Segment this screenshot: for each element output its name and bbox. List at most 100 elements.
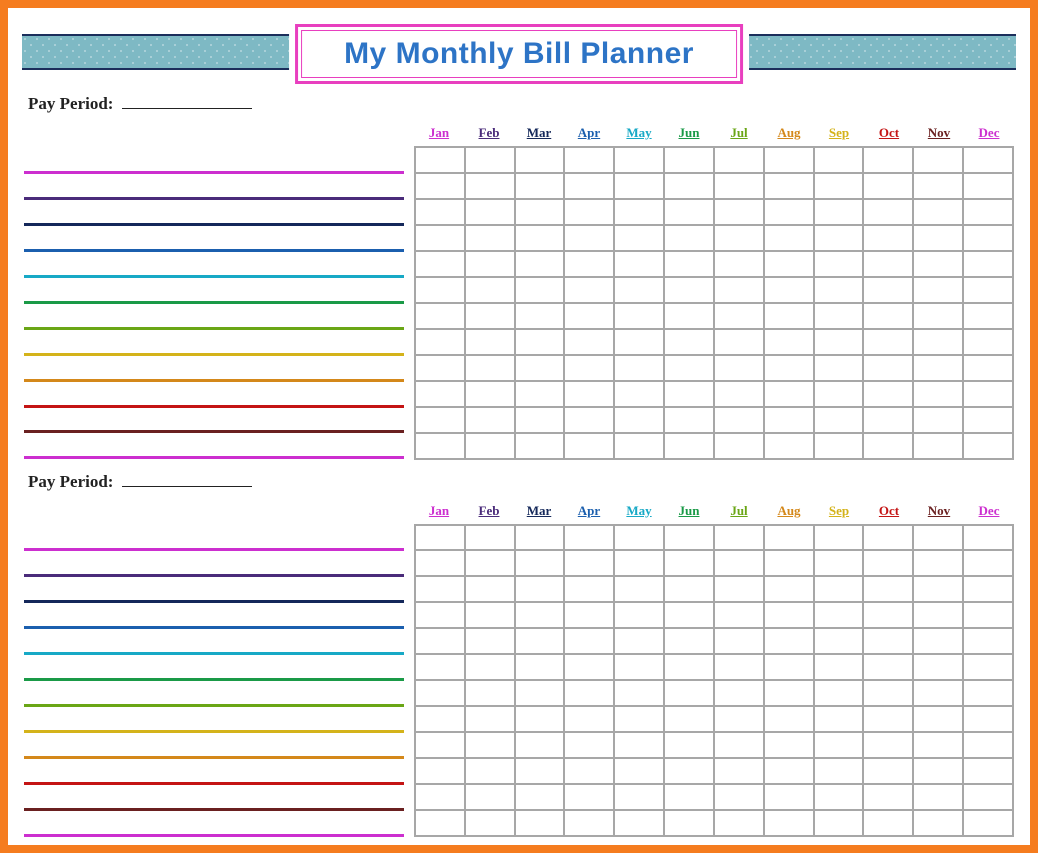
grid-cell[interactable] [516,655,566,681]
grid-cell[interactable] [615,356,665,382]
grid-cell[interactable] [416,200,466,226]
grid-cell[interactable] [565,629,615,655]
grid-cell[interactable] [964,707,1014,733]
grid-cell[interactable] [615,226,665,252]
grid-cell[interactable] [615,278,665,304]
grid-cell[interactable] [615,200,665,226]
grid-cell[interactable] [964,759,1014,785]
grid-cell[interactable] [565,200,615,226]
grid-cell[interactable] [815,603,865,629]
grid-cell[interactable] [565,174,615,200]
grid-cell[interactable] [914,526,964,552]
grid-cell[interactable] [864,382,914,408]
grid-cell[interactable] [516,785,566,811]
grid-cell[interactable] [565,707,615,733]
bill-entry-line[interactable] [24,433,404,459]
grid-cell[interactable] [964,577,1014,603]
bill-entry-line[interactable] [24,655,404,681]
bill-entry-line[interactable] [24,707,404,733]
grid-cell[interactable] [466,681,516,707]
grid-cell[interactable] [964,148,1014,174]
grid-cell[interactable] [516,707,566,733]
grid-cell[interactable] [416,330,466,356]
grid-cell[interactable] [914,382,964,408]
grid-cell[interactable] [416,174,466,200]
grid-cell[interactable] [516,356,566,382]
grid-cell[interactable] [815,252,865,278]
grid-cell[interactable] [615,434,665,460]
grid-cell[interactable] [565,811,615,837]
grid-cell[interactable] [815,733,865,759]
grid-cell[interactable] [914,759,964,785]
grid-cell[interactable] [466,200,516,226]
grid-cell[interactable] [565,759,615,785]
grid-cell[interactable] [466,759,516,785]
grid-cell[interactable] [864,148,914,174]
grid-cell[interactable] [466,707,516,733]
grid-cell[interactable] [466,811,516,837]
grid-cell[interactable] [765,200,815,226]
grid-cell[interactable] [765,408,815,434]
bill-entry-line[interactable] [24,148,404,174]
grid-cell[interactable] [815,551,865,577]
grid-cell[interactable] [466,304,516,330]
grid-cell[interactable] [765,655,815,681]
grid-cell[interactable] [665,629,715,655]
grid-cell[interactable] [964,629,1014,655]
grid-cell[interactable] [864,733,914,759]
grid-cell[interactable] [466,148,516,174]
grid-cell[interactable] [964,434,1014,460]
grid-cell[interactable] [615,733,665,759]
grid-cell[interactable] [715,526,765,552]
grid-cell[interactable] [715,733,765,759]
grid-cell[interactable] [964,733,1014,759]
grid-cell[interactable] [516,252,566,278]
grid-cell[interactable] [466,551,516,577]
grid-cell[interactable] [615,408,665,434]
bill-entry-line[interactable] [24,382,404,408]
grid-cell[interactable] [416,785,466,811]
grid-cell[interactable] [715,655,765,681]
grid-cell[interactable] [864,603,914,629]
grid-cell[interactable] [665,356,715,382]
bill-entry-line[interactable] [24,811,404,837]
grid-cell[interactable] [964,278,1014,304]
grid-cell[interactable] [416,304,466,330]
grid-cell[interactable] [715,252,765,278]
grid-cell[interactable] [864,174,914,200]
grid-cell[interactable] [466,577,516,603]
grid-cell[interactable] [665,681,715,707]
grid-cell[interactable] [665,526,715,552]
grid-cell[interactable] [765,551,815,577]
grid-cell[interactable] [715,304,765,330]
grid-cell[interactable] [815,174,865,200]
grid-cell[interactable] [715,551,765,577]
grid-cell[interactable] [914,408,964,434]
grid-cell[interactable] [765,252,815,278]
grid-cell[interactable] [964,811,1014,837]
grid-cell[interactable] [964,655,1014,681]
grid-cell[interactable] [615,148,665,174]
grid-cell[interactable] [516,304,566,330]
grid-cell[interactable] [864,330,914,356]
grid-cell[interactable] [715,629,765,655]
grid-cell[interactable] [665,759,715,785]
grid-cell[interactable] [615,759,665,785]
grid-cell[interactable] [864,577,914,603]
grid-cell[interactable] [964,785,1014,811]
grid-cell[interactable] [715,356,765,382]
grid-cell[interactable] [615,304,665,330]
grid-cell[interactable] [864,408,914,434]
grid-cell[interactable] [815,629,865,655]
grid-cell[interactable] [615,629,665,655]
bill-entry-line[interactable] [24,759,404,785]
grid-cell[interactable] [815,148,865,174]
grid-cell[interactable] [416,707,466,733]
grid-cell[interactable] [765,577,815,603]
bill-entry-line[interactable] [24,304,404,330]
grid-cell[interactable] [416,356,466,382]
grid-cell[interactable] [416,551,466,577]
grid-cell[interactable] [615,785,665,811]
grid-cell[interactable] [416,759,466,785]
grid-cell[interactable] [565,655,615,681]
